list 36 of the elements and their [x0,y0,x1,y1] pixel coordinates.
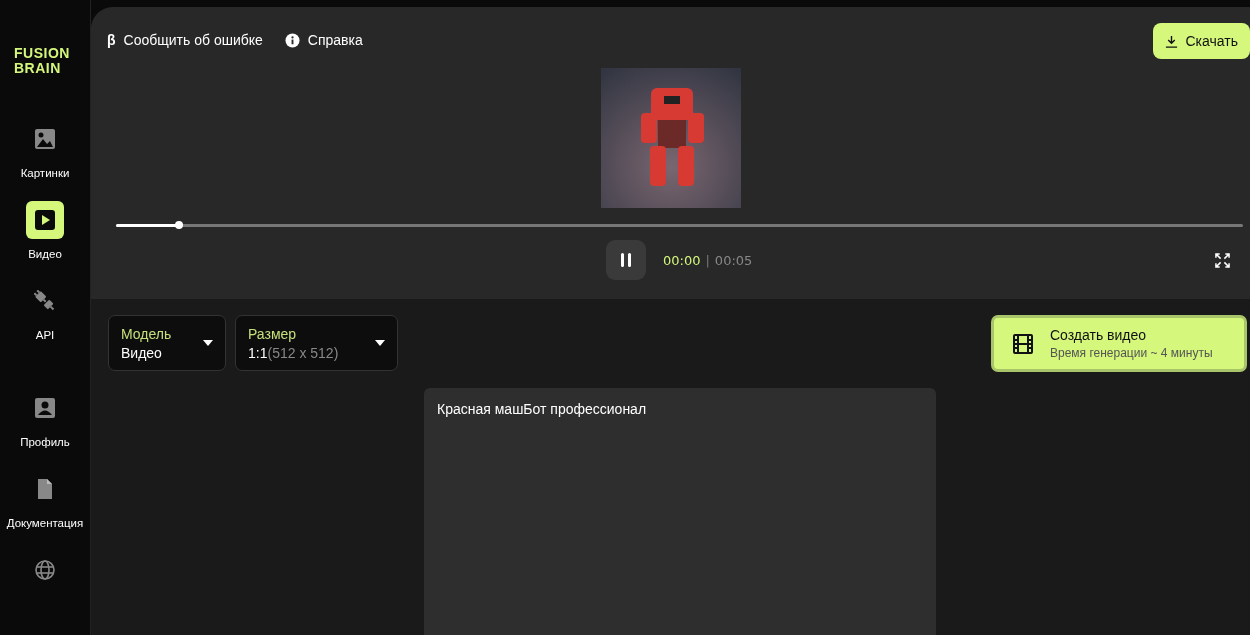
logo: FUSION BRAIN [14,46,71,76]
header-link[interactable]: Справка [284,32,363,48]
prompt-field[interactable]: Красная машБот профессионал [424,388,936,635]
film-icon [1012,332,1034,355]
pause-button[interactable] [606,240,646,280]
header-link[interactable]: β Сообщить об ошибке [107,32,263,48]
nav-label[interactable]: Документация [6,517,84,529]
current-time: 00:00 [663,252,701,268]
duration: 00:05 [714,252,753,268]
dropdown[interactable]: Модель Видео [108,315,226,371]
plug-icon [34,290,56,312]
dropdown-label: Модель [121,325,172,342]
user-icon [34,397,56,419]
dropdown-label: Размер [248,325,298,342]
image-icon [34,128,56,150]
create-video-button[interactable]: Создать видео Время генерации ~ 4 минуты [991,315,1247,372]
info-icon [284,32,300,48]
selected-nav-icon-box[interactable] [26,201,64,239]
nav-label[interactable]: Видео [28,248,62,260]
nav-label[interactable]: Профиль [20,436,70,448]
download-icon [1164,34,1178,48]
progress-track[interactable] [116,224,1243,227]
progress-thumb[interactable] [175,221,184,229]
dropdown-value: 1:1(512 x 512) [248,344,339,361]
caret-icon [375,340,385,346]
play-icon [34,209,56,231]
nav-label[interactable]: API [35,329,55,341]
dropdown[interactable]: Размер 1:1(512 x 512) [235,315,398,371]
fullscreen-icon[interactable] [1215,252,1230,268]
globe-icon [34,559,56,581]
pause-icon [620,253,632,267]
download-button[interactable]: Скачать [1152,23,1250,59]
time-separator: | [705,252,710,268]
dropdown-value: Видео [121,344,163,361]
nav-label[interactable]: Картинки [20,167,70,179]
caret-icon [203,340,213,346]
